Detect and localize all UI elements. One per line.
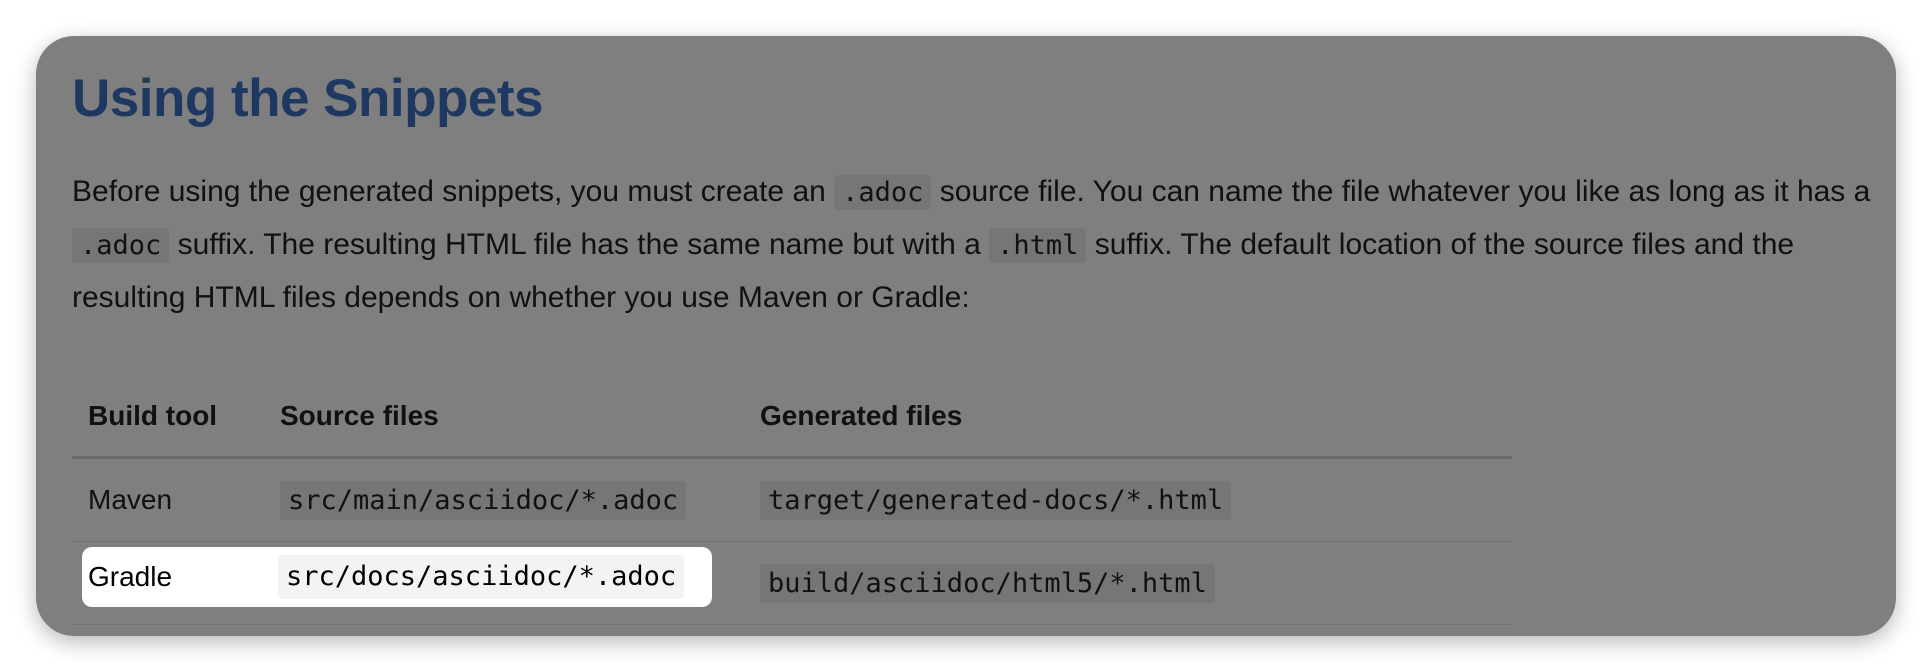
highlight-build-tool: Gradle — [88, 561, 173, 592]
header-build-tool: Build tool — [72, 376, 264, 459]
table-header-row: Build tool Source files Generated files — [72, 376, 1512, 459]
inline-code-adoc: .adoc — [834, 175, 932, 210]
paragraph-text: source file. You can name the file whate… — [931, 175, 1871, 208]
generated-path-code: build/asciidoc/html5/*.html — [760, 564, 1215, 603]
highlighted-gradle-row[interactable]: Gradle src/docs/asciidoc/*.adoc — [82, 547, 712, 607]
paragraph-text: suffix. The resulting HTML file has the … — [169, 228, 990, 261]
row-generated-files: target/generated-docs/*.html — [744, 457, 1512, 542]
highlight-source-path: src/docs/asciidoc/*.adoc — [278, 555, 685, 599]
header-source-files: Source files — [264, 376, 744, 459]
row-generated-files: build/asciidoc/html5/*.html — [744, 541, 1512, 625]
header-generated-files: Generated files — [744, 376, 1512, 459]
inline-code-html-suffix: .html — [989, 228, 1087, 263]
section-title: Using the Snippets — [72, 69, 543, 128]
source-path-code: src/main/asciidoc/*.adoc — [280, 481, 687, 520]
document-card: Using the Snippets Before using the gene… — [36, 36, 1896, 636]
row-build-tool: Maven — [72, 457, 264, 542]
table-row: Maven src/main/asciidoc/*.adoc target/ge… — [72, 457, 1512, 542]
intro-paragraph: Before using the generated snippets, you… — [72, 166, 1882, 324]
row-source-files: src/main/asciidoc/*.adoc — [264, 457, 744, 542]
paragraph-text: Before using the generated snippets, you… — [72, 175, 835, 208]
inline-code-adoc-suffix: .adoc — [72, 228, 170, 263]
generated-path-code: target/generated-docs/*.html — [760, 481, 1232, 520]
